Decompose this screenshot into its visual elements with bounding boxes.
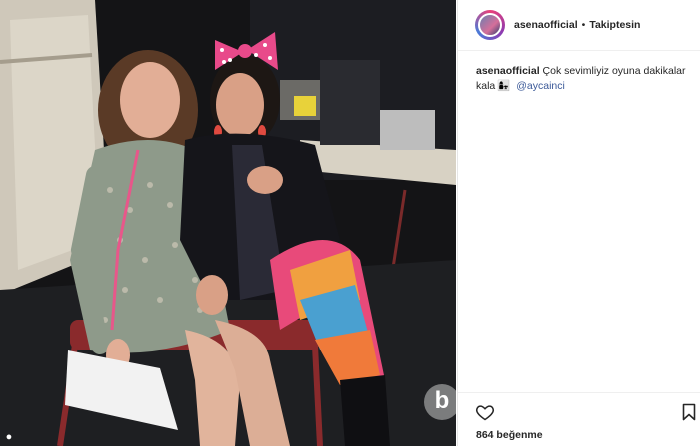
post-side-panel: asenaofficial • Takiptesin asenaofficial… xyxy=(457,0,700,446)
watermark-logo: b xyxy=(424,384,456,420)
profile-avatar[interactable] xyxy=(475,10,505,40)
like-count[interactable]: 864 beğenme xyxy=(476,429,543,441)
post-photo[interactable]: ● b xyxy=(0,0,456,446)
caption-mention-link[interactable]: @aycainci xyxy=(516,80,565,92)
header-separator: • xyxy=(581,19,586,31)
following-button[interactable]: Takiptesin xyxy=(589,19,640,31)
caption-emoji: 👩‍👧 xyxy=(497,80,511,92)
caption-username-link[interactable]: asenaofficial xyxy=(476,65,540,77)
photo-scene xyxy=(0,0,456,446)
header-text: asenaofficial • Takiptesin xyxy=(514,19,640,31)
heart-icon[interactable] xyxy=(475,402,495,422)
header-username-link[interactable]: asenaofficial xyxy=(514,19,578,31)
avatar-image xyxy=(478,13,502,37)
post-actions: 864 beğenme xyxy=(458,392,700,447)
post-header: asenaofficial • Takiptesin xyxy=(458,0,700,51)
bookmark-icon[interactable] xyxy=(682,403,696,421)
user-tag-icon[interactable]: ● xyxy=(2,430,16,444)
post-caption: asenaofficial Çok sevimliyiz oyuna dakik… xyxy=(476,64,691,94)
